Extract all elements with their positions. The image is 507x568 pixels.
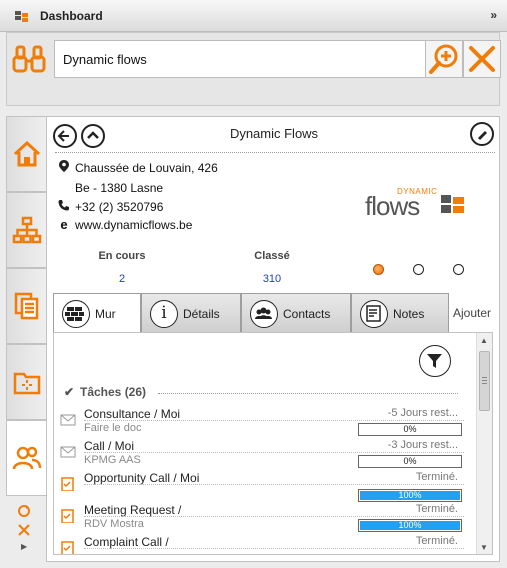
- filter-icon: [427, 354, 442, 368]
- binoculars-icon: [12, 45, 46, 73]
- clipboard-icon: [61, 509, 74, 523]
- close-icon: [469, 46, 495, 72]
- task-status: -5 Jours rest...: [387, 407, 458, 419]
- wall-content: ✔ Tâches (26) Consultance / Moi -5 Jours …: [53, 332, 493, 555]
- task-title: Complaint Call /: [84, 535, 169, 549]
- address-line1: Chaussée de Louvain, 426: [57, 160, 218, 175]
- side-tab-home[interactable]: [6, 116, 46, 192]
- phone-icon: [57, 199, 71, 214]
- contacts-icon: [12, 446, 42, 470]
- clipboard-icon: [61, 477, 74, 491]
- collapse-button[interactable]: »: [490, 8, 497, 22]
- search-button[interactable]: [425, 40, 463, 78]
- side-controls: ▶: [6, 500, 46, 562]
- task-item[interactable]: Opportunity Call / Moi Terminé. 100%: [60, 471, 464, 503]
- task-status: Terminé.: [415, 471, 458, 483]
- task-item[interactable]: Complaint Call / Terminé.: [60, 535, 464, 554]
- task-progress-bar: 100%: [358, 489, 462, 502]
- filter-button[interactable]: [419, 345, 451, 377]
- task-subtitle: KPMG AAS: [84, 454, 141, 466]
- task-title: Opportunity Call / Moi: [84, 471, 200, 485]
- tab-contacts[interactable]: Contacts: [241, 293, 351, 333]
- expand-arrow-icon[interactable]: ▶: [21, 542, 27, 551]
- task-status: Terminé.: [415, 503, 458, 515]
- tasks-section-header[interactable]: ✔ Tâches (26): [64, 385, 146, 399]
- app-logo-icon: [15, 11, 28, 22]
- mail-icon: [60, 414, 76, 426]
- internet-explorer-icon: e: [60, 217, 68, 232]
- search-panel: [6, 32, 501, 106]
- add-button[interactable]: Ajouter: [453, 306, 491, 320]
- people-icon: [250, 300, 278, 328]
- side-tab-folder[interactable]: [6, 344, 46, 420]
- side-tab-organization[interactable]: [6, 192, 46, 268]
- company-panel: Dynamic Flows Chaussée de Louvain, 426 B…: [46, 116, 500, 562]
- stat-label-en-cours: En cours: [98, 250, 146, 262]
- stat-label-classe: Classé: [254, 250, 290, 262]
- logo-mark-icon: [441, 195, 464, 213]
- task-title: Consultance / Moi: [84, 407, 181, 421]
- stat-value-en-cours[interactable]: 2: [82, 273, 162, 285]
- task-item[interactable]: Consultance / Moi -5 Jours rest... Faire…: [60, 407, 464, 439]
- org-chart-icon: [12, 216, 42, 244]
- header-divider: [55, 152, 495, 153]
- side-tab-contacts[interactable]: [6, 420, 48, 496]
- website-line: e www.dynamicflows.be: [57, 217, 192, 232]
- clipboard-icon: [61, 541, 74, 554]
- stat-value-classe[interactable]: 310: [232, 273, 312, 285]
- company-title: Dynamic Flows: [229, 126, 319, 141]
- page-dot-1[interactable]: [373, 264, 384, 275]
- address-line2: Be - 1380 Lasne: [75, 181, 164, 195]
- tab-mur[interactable]: Mur: [53, 293, 141, 335]
- page-dot-2[interactable]: [413, 264, 424, 275]
- side-tab-documents[interactable]: [6, 268, 46, 344]
- clear-button[interactable]: [463, 40, 501, 78]
- task-title: Call / Moi: [84, 439, 135, 453]
- scroll-up-icon[interactable]: ▲: [480, 336, 488, 345]
- tab-notes[interactable]: Notes: [351, 293, 449, 333]
- website-link[interactable]: www.dynamicflows.be: [75, 218, 192, 232]
- notes-icon: [360, 300, 388, 328]
- info-icon: i: [150, 300, 178, 328]
- tab-strip: Mur i Détails Contacts Notes: [53, 293, 497, 335]
- task-title: Meeting Request /: [84, 503, 182, 517]
- company-logo: DYNAMIC flows: [365, 187, 467, 221]
- bricks-icon: [62, 300, 90, 328]
- folder-icon: [13, 372, 41, 395]
- task-subtitle: RDV Mostra: [84, 518, 144, 530]
- phone-line: +32 (2) 3520796: [57, 199, 163, 214]
- scrollbar-thumb[interactable]: [479, 351, 490, 411]
- task-progress-bar: 0%: [358, 423, 462, 436]
- page-dot-3[interactable]: [453, 264, 464, 275]
- zoom-in-icon: [429, 44, 458, 74]
- location-pin-icon: [57, 160, 71, 175]
- home-icon: [13, 140, 41, 167]
- task-item[interactable]: Meeting Request / Terminé. RDV Mostra 10…: [60, 503, 464, 535]
- task-progress-bar: 100%: [358, 519, 462, 532]
- phone-link[interactable]: +32 (2) 3520796: [75, 200, 163, 214]
- side-tabs: [6, 116, 48, 562]
- search-input[interactable]: [54, 40, 426, 78]
- scrollbar[interactable]: ▲ ▼: [476, 333, 492, 554]
- edit-icon: [478, 131, 487, 140]
- task-progress-bar: 0%: [358, 455, 462, 468]
- task-status: Terminé.: [415, 535, 458, 547]
- window-title: Dashboard: [40, 9, 103, 23]
- expand-icon[interactable]: [17, 523, 31, 537]
- documents-icon: [14, 292, 39, 320]
- collapse-check-icon[interactable]: ✔: [64, 385, 74, 399]
- mail-icon: [60, 446, 76, 458]
- scroll-down-icon[interactable]: ▼: [480, 543, 488, 552]
- refresh-icon[interactable]: [17, 504, 31, 518]
- task-status: -3 Jours rest...: [387, 439, 458, 451]
- tasks-divider: [158, 393, 458, 394]
- title-bar: Dashboard »: [0, 0, 507, 32]
- task-item[interactable]: Call / Moi -3 Jours rest... KPMG AAS 0%: [60, 439, 464, 471]
- tab-details[interactable]: i Détails: [141, 293, 241, 333]
- edit-button[interactable]: [470, 122, 494, 146]
- task-subtitle: Faire le doc: [84, 422, 142, 434]
